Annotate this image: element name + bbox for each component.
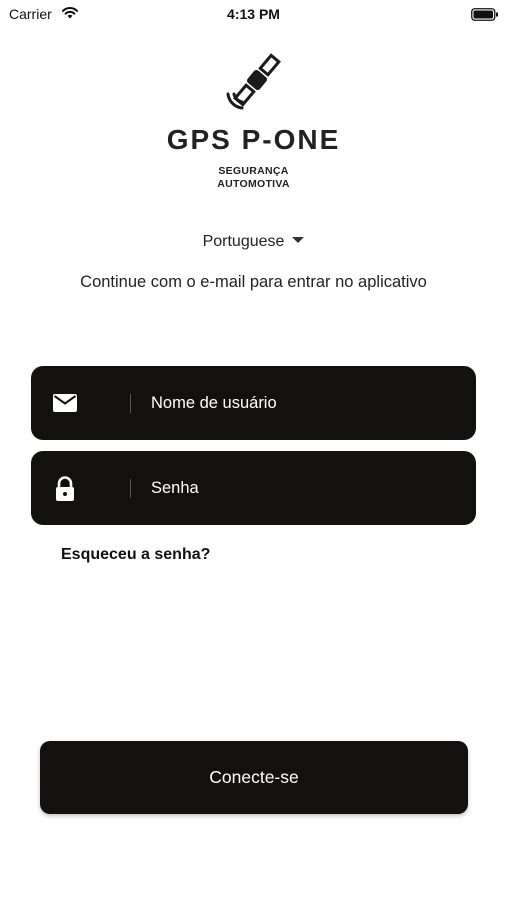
language-selector[interactable]: Portuguese [0, 233, 507, 251]
login-button[interactable]: Conecte-se [40, 741, 468, 814]
field-divider [130, 394, 131, 413]
forgot-password-link[interactable]: Esqueceu a senha? [61, 546, 210, 564]
lock-icon [53, 476, 77, 507]
username-placeholder: Nome de usuário [151, 394, 277, 412]
status-time: 4:13 PM [227, 6, 280, 22]
password-placeholder: Senha [151, 479, 199, 497]
brand-name: GPS P-ONE [166, 124, 341, 155]
field-divider [130, 479, 131, 498]
satellite-icon [222, 52, 284, 117]
username-field[interactable]: Nome de usuário [31, 366, 476, 440]
language-label: Portuguese [202, 233, 285, 250]
chevron-down-icon [292, 236, 305, 243]
login-subtitle: Continue com o e-mail para entrar no apl… [80, 273, 427, 291]
mail-icon [53, 391, 77, 420]
tagline-line-1: SEGURANÇA [218, 165, 289, 177]
battery-icon [471, 8, 499, 26]
tagline-line-2: AUTOMOTIVA [217, 178, 290, 190]
brand-tagline: SEGURANÇA AUTOMOTIVA [0, 165, 507, 191]
status-bar: Carrier 4:13 PM [0, 0, 507, 28]
password-field[interactable]: Senha [31, 451, 476, 525]
